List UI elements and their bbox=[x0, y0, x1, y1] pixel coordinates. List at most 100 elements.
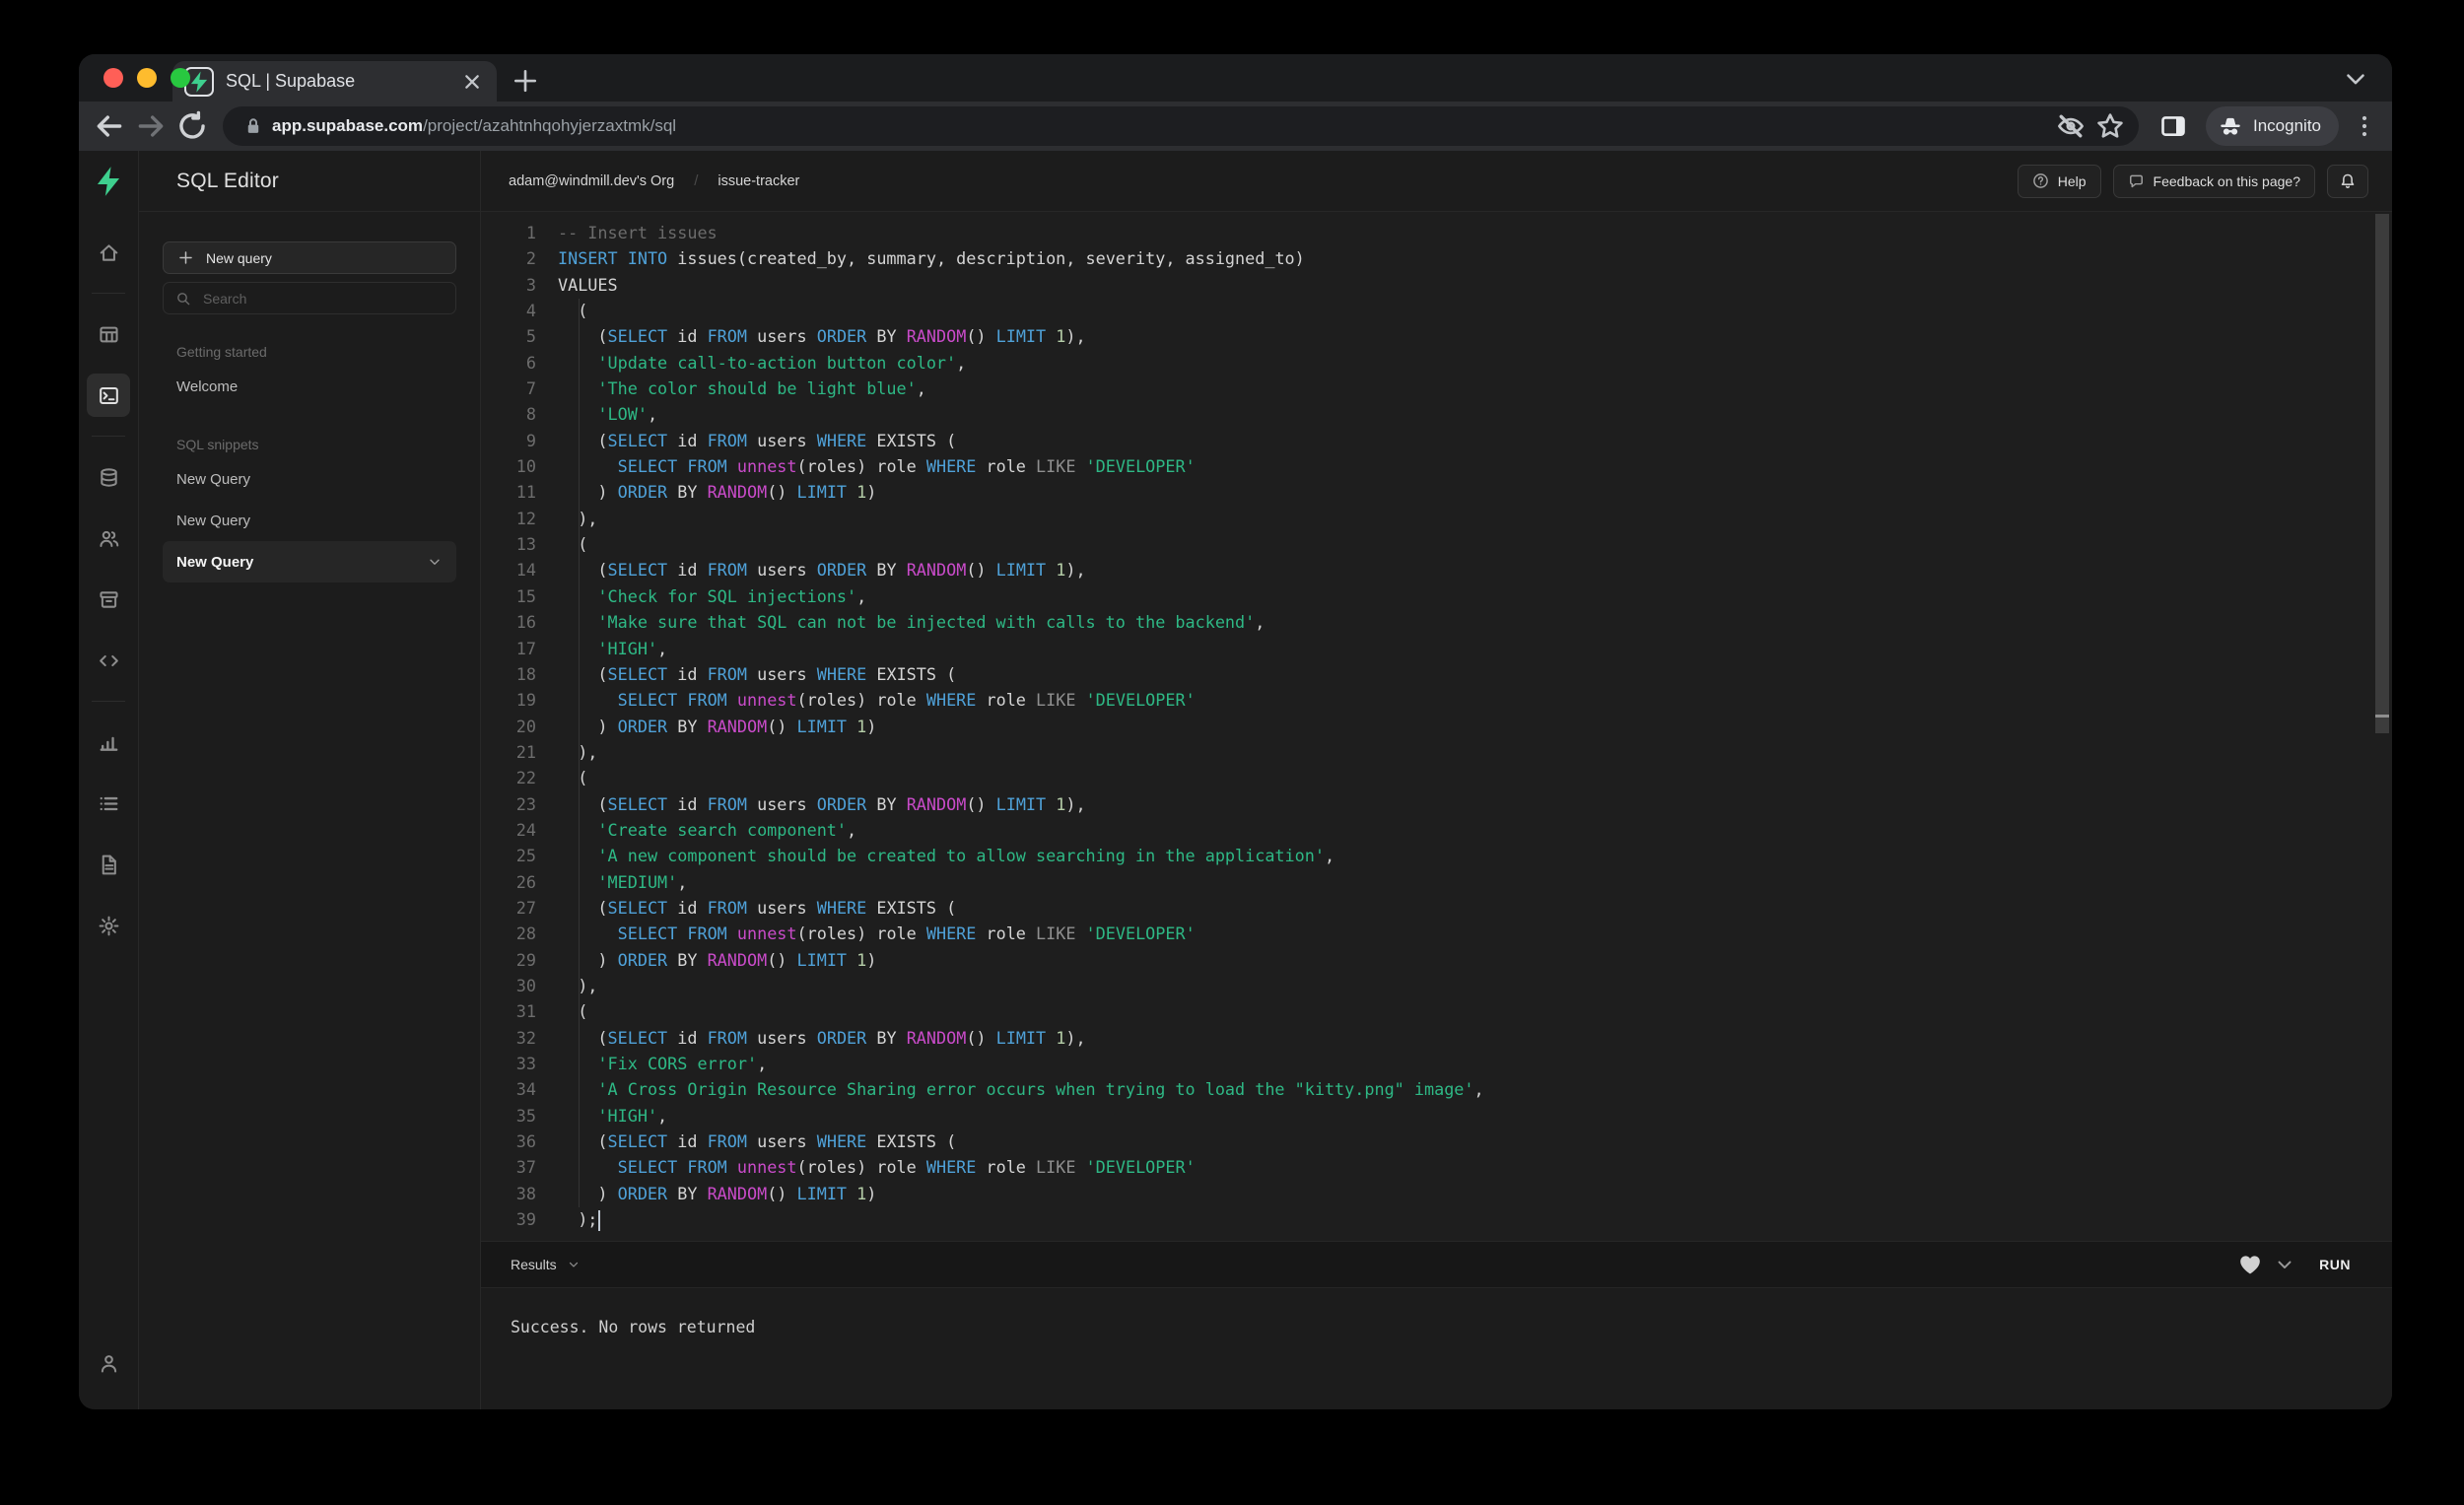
help-button[interactable]: Help bbox=[2017, 164, 2101, 198]
tab-strip: SQL | Supabase bbox=[79, 54, 2392, 102]
plain-token: , bbox=[677, 871, 688, 892]
plain-token: ) bbox=[866, 949, 877, 970]
operator-token: LIKE bbox=[1036, 924, 1076, 944]
minimize-window-button[interactable] bbox=[137, 68, 157, 88]
api-code-icon[interactable] bbox=[87, 639, 130, 682]
database-icon[interactable] bbox=[87, 455, 130, 499]
sql-editor-icon[interactable] bbox=[87, 374, 130, 417]
editor-scrollbar[interactable] bbox=[2375, 214, 2389, 733]
feedback-button[interactable]: Feedback on this page? bbox=[2112, 164, 2315, 198]
plain-token: issues(created_by, summary, description,… bbox=[667, 248, 1305, 269]
plain-token: () bbox=[966, 560, 996, 581]
sidebar-item-new-query[interactable]: New Query bbox=[163, 500, 456, 541]
breadcrumb-project[interactable]: issue-tracker bbox=[718, 173, 799, 189]
plain-token: users bbox=[747, 326, 817, 347]
run-button[interactable]: RUN bbox=[2313, 1256, 2357, 1273]
keyword-token: SELECT bbox=[607, 326, 668, 347]
reload-button[interactable] bbox=[175, 109, 209, 143]
run-options-chevron-icon[interactable] bbox=[2274, 1254, 2295, 1275]
code-line: 26 'MEDIUM', bbox=[481, 869, 2392, 895]
notifications-button[interactable] bbox=[2327, 164, 2368, 198]
side-panel-icon[interactable] bbox=[2158, 111, 2188, 141]
plain-token: (roles) role bbox=[796, 924, 926, 944]
string-token: 'Create search component' bbox=[597, 819, 848, 840]
keyword-token: ORDER bbox=[617, 949, 668, 970]
code-line: 35 'HIGH', bbox=[481, 1103, 2392, 1129]
back-button[interactable] bbox=[93, 109, 126, 143]
keyword-token: WHERE bbox=[816, 1131, 867, 1152]
plain-token: users bbox=[747, 1027, 817, 1048]
table-editor-icon[interactable] bbox=[87, 312, 130, 356]
string-token: 'HIGH' bbox=[597, 638, 658, 658]
plain-token: () bbox=[767, 716, 797, 736]
keyword-token: WHERE bbox=[925, 456, 977, 477]
nav-rail bbox=[79, 151, 139, 1409]
lock-icon[interactable] bbox=[242, 115, 264, 137]
sql-code-editor[interactable]: 1 -- Insert issues 2 INSERT INTO issues(cre… bbox=[481, 212, 2392, 1241]
code-line: 3 VALUES bbox=[481, 272, 2392, 298]
home-icon[interactable] bbox=[87, 231, 130, 274]
settings-gear-icon[interactable] bbox=[87, 904, 130, 947]
zoom-window-button[interactable] bbox=[171, 68, 190, 88]
plain-token: VALUES bbox=[558, 274, 618, 295]
code-line: 16 'Make sure that SQL can not be inject… bbox=[481, 609, 2392, 635]
keyword-token: WHERE bbox=[816, 430, 867, 450]
logs-icon[interactable] bbox=[87, 782, 130, 825]
search-icon bbox=[175, 291, 191, 307]
plain-token: id bbox=[667, 663, 708, 684]
line-number: 15 bbox=[515, 585, 536, 606]
function-token: RANDOM bbox=[707, 482, 768, 503]
reports-icon[interactable] bbox=[87, 720, 130, 764]
line-number: 13 bbox=[515, 534, 536, 555]
breadcrumb-org[interactable]: adam@windmill.dev's Org bbox=[509, 173, 674, 189]
forward-button[interactable] bbox=[134, 109, 168, 143]
keyword-token: ORDER bbox=[816, 1027, 867, 1048]
results-dropdown[interactable]: Results bbox=[511, 1257, 581, 1272]
eye-off-icon[interactable] bbox=[2056, 111, 2086, 141]
auth-users-icon[interactable] bbox=[87, 516, 130, 560]
tab-search-chevron-icon[interactable] bbox=[2341, 64, 2370, 94]
number-token: 1 bbox=[1056, 1027, 1066, 1048]
plain-token: role bbox=[976, 924, 1037, 944]
supabase-logo-icon[interactable] bbox=[92, 165, 125, 198]
incognito-label: Incognito bbox=[2253, 116, 2321, 135]
plain-token: EXISTS ( bbox=[866, 897, 957, 918]
browser-menu-icon[interactable] bbox=[2351, 112, 2378, 140]
account-person-icon[interactable] bbox=[87, 1341, 130, 1385]
plain-token: ( bbox=[558, 1001, 588, 1022]
plain-token: ) bbox=[558, 716, 618, 736]
string-token: 'DEVELOPER' bbox=[1085, 924, 1196, 944]
keyword-token: ORDER bbox=[816, 326, 867, 347]
favorite-heart-icon[interactable] bbox=[2236, 1251, 2264, 1278]
function-token: unnest bbox=[736, 1157, 797, 1178]
storage-icon[interactable] bbox=[87, 578, 130, 621]
search-input[interactable] bbox=[201, 289, 444, 308]
sidebar-item-welcome[interactable]: Welcome bbox=[163, 366, 456, 407]
bell-icon bbox=[2339, 172, 2357, 190]
sidebar-item-new-query[interactable]: New Query bbox=[163, 458, 456, 500]
code-line: 13 ( bbox=[481, 531, 2392, 557]
text-cursor bbox=[598, 1209, 601, 1231]
docs-icon[interactable] bbox=[87, 843, 130, 886]
new-tab-button[interactable] bbox=[511, 66, 540, 96]
line-number: 5 bbox=[525, 326, 536, 347]
code-line: 29 ) ORDER BY RANDOM() LIMIT 1) bbox=[481, 947, 2392, 973]
tab-close-icon[interactable] bbox=[459, 69, 485, 95]
code-line: 12 ), bbox=[481, 506, 2392, 531]
function-token: RANDOM bbox=[906, 326, 967, 347]
bookmark-star-icon[interactable] bbox=[2095, 111, 2125, 141]
number-token: 1 bbox=[1056, 326, 1066, 347]
sidebar-item-new-query[interactable]: New Query bbox=[163, 541, 456, 582]
close-window-button[interactable] bbox=[103, 68, 123, 88]
keyword-token: LIMIT bbox=[995, 326, 1047, 347]
keyword-token: INTO bbox=[627, 248, 668, 269]
address-bar[interactable]: app.supabase.com/project/azahtnhqohyjerz… bbox=[223, 106, 2139, 146]
new-query-button[interactable]: New query bbox=[163, 241, 456, 274]
plain-token: users bbox=[747, 663, 817, 684]
plain-token: , bbox=[657, 638, 668, 658]
browser-tab[interactable]: SQL | Supabase bbox=[172, 61, 497, 102]
